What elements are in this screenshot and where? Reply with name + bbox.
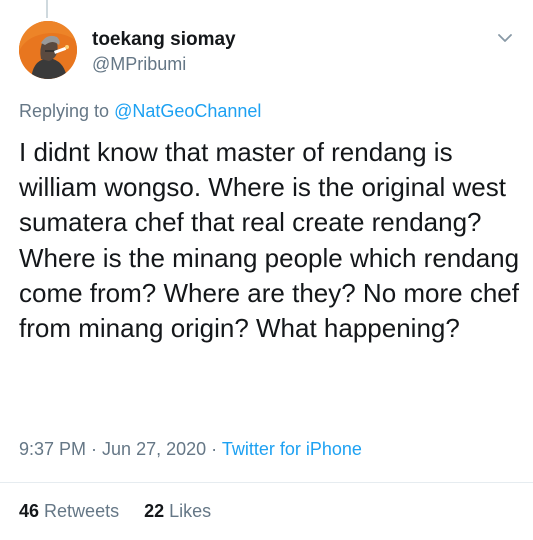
tweet-meta: 9:37 PM · Jun 27, 2020 · Twitter for iPh… — [19, 438, 362, 460]
author-display-name[interactable]: toekang siomay — [92, 29, 236, 51]
avatar-illustration — [19, 21, 77, 79]
meta-separator: · — [86, 439, 103, 459]
tweet-source-link[interactable]: Twitter for iPhone — [222, 439, 362, 459]
tweet-body-text: I didnt know that master of rendang is w… — [19, 137, 520, 344]
tweet-date[interactable]: Jun 27, 2020 — [102, 439, 206, 459]
tweet-detail: toekang siomay @MPribumi Replying to @Na… — [0, 0, 533, 540]
retweets-stat[interactable]: 46 Retweets — [19, 500, 119, 522]
replying-to-mention-link[interactable]: @NatGeoChannel — [114, 101, 261, 121]
likes-stat[interactable]: 22 Likes — [144, 500, 211, 522]
likes-count: 22 — [144, 501, 165, 521]
tweet-time[interactable]: 9:37 PM — [19, 439, 86, 459]
avatar[interactable] — [19, 21, 77, 79]
replying-to-label: Replying to — [19, 101, 110, 121]
tweet-stats: 46 Retweets 22 Likes — [19, 500, 211, 522]
replying-to-line: Replying to @NatGeoChannel — [19, 100, 261, 122]
divider — [0, 482, 533, 483]
chevron-down-icon[interactable] — [494, 27, 516, 49]
author-block[interactable]: toekang siomay @MPribumi — [92, 29, 236, 75]
retweets-count: 46 — [19, 501, 40, 521]
meta-separator: · — [206, 439, 222, 459]
retweets-label: Retweets — [44, 501, 120, 521]
likes-label: Likes — [169, 501, 212, 521]
author-handle[interactable]: @MPribumi — [92, 53, 236, 75]
thread-connector-line — [46, 0, 48, 18]
